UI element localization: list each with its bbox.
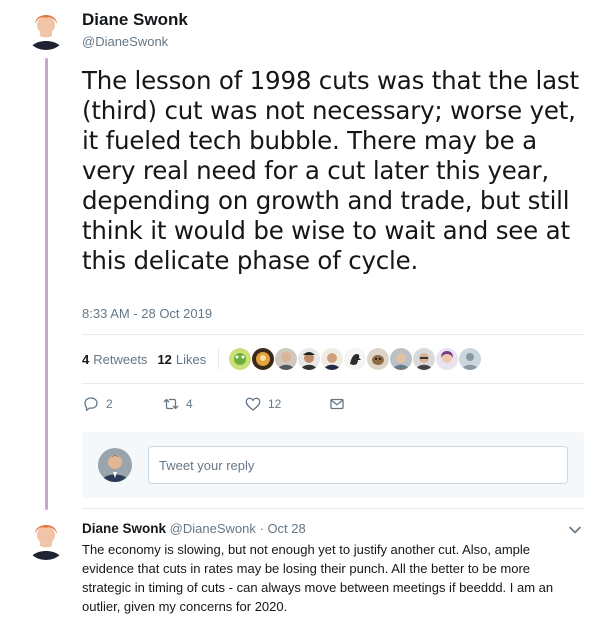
reply-author-avatar[interactable] [24, 516, 68, 560]
likers-avatars [229, 348, 482, 370]
retweets-label: Retweets [93, 351, 148, 367]
retweet-button[interactable]: 4 [162, 395, 244, 413]
divider [82, 383, 584, 384]
reply-input[interactable] [148, 446, 568, 484]
reply-date[interactable]: Oct 28 [267, 521, 305, 536]
stats-separator [218, 348, 220, 370]
tweet-stats: 4 Retweets 12 Likes [82, 344, 482, 374]
tweet-actions: 2 4 12 [82, 395, 346, 413]
reply-separator: · [259, 521, 264, 536]
author-display-name[interactable]: Diane Swonk [82, 10, 188, 30]
reply-text: The economy is slowing, but not enough y… [82, 542, 554, 614]
current-user-avatar[interactable] [98, 448, 132, 482]
reply-author-handle[interactable]: @DianeSwonk [170, 521, 256, 536]
liker-avatar[interactable] [252, 348, 275, 370]
reply-header: Diane Swonk @DianeSwonk · Oct 28 [82, 521, 306, 536]
divider [82, 334, 584, 335]
heart-icon [245, 397, 261, 411]
liker-avatar[interactable] [390, 348, 413, 370]
reply-button[interactable]: 2 [82, 395, 162, 413]
author-handle[interactable]: @DianeSwonk [82, 33, 188, 51]
tweet-author[interactable]: Diane Swonk @DianeSwonk [82, 10, 188, 51]
liker-avatar[interactable] [436, 348, 459, 370]
retweet-icon [163, 398, 179, 410]
envelope-icon [330, 398, 344, 410]
likes-count: 12 [157, 351, 172, 367]
tweet-text: The lesson of 1998 cuts was that the las… [82, 66, 579, 275]
liker-avatar[interactable] [344, 348, 367, 370]
liker-avatar[interactable] [321, 348, 344, 370]
retweets-stat[interactable]: 4 Retweets [82, 352, 147, 367]
reply-count: 2 [106, 397, 113, 411]
chevron-down-icon[interactable] [568, 523, 582, 537]
liker-avatar[interactable] [298, 348, 321, 370]
liker-avatar[interactable] [229, 348, 252, 370]
tweet-timestamp[interactable]: 8:33 AM - 28 Oct 2019 [82, 306, 212, 321]
like-button[interactable]: 12 [244, 395, 328, 413]
reply-icon [84, 397, 98, 412]
likes-stat[interactable]: 12 Likes [157, 352, 206, 367]
author-avatar[interactable] [24, 6, 68, 50]
reply-author-name[interactable]: Diane Swonk [82, 521, 166, 536]
retweet-count: 4 [186, 397, 193, 411]
liker-avatar[interactable] [459, 348, 482, 370]
reply-composer [82, 432, 584, 498]
liker-avatar[interactable] [367, 348, 390, 370]
liker-avatar[interactable] [275, 348, 298, 370]
likes-label: Likes [175, 351, 207, 367]
divider [82, 508, 584, 509]
liker-avatar[interactable] [413, 348, 436, 370]
thread-line [45, 58, 48, 510]
direct-message-button[interactable] [328, 395, 346, 413]
like-count: 12 [268, 397, 282, 411]
retweets-count: 4 [82, 351, 90, 367]
